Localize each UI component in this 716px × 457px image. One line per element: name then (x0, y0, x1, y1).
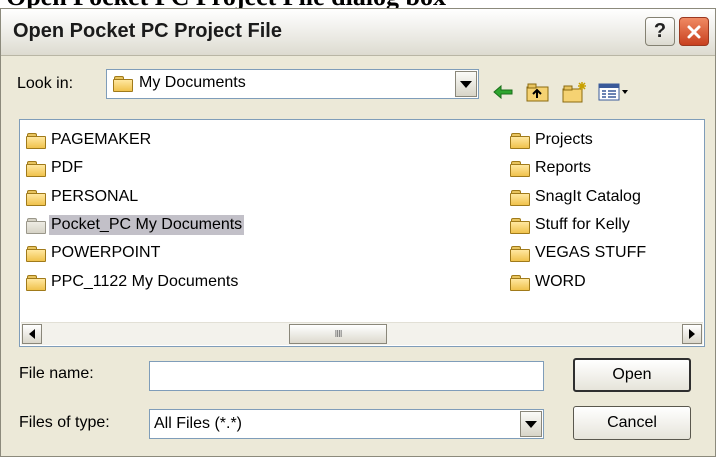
back-icon (493, 84, 513, 100)
view-menu-button[interactable] (597, 81, 631, 103)
look-in-label: Look in: (17, 75, 74, 92)
caption-strip: Open Pocket PC Project File dialog box (0, 0, 716, 8)
file-type-dropdown-button[interactable] (520, 411, 542, 437)
title-bar: Open Pocket PC Project File ? (1, 9, 715, 56)
chevron-down-icon (460, 80, 472, 88)
file-list[interactable]: PAGEMAKER PDF PERSONAL Pocket_PC My Docu… (19, 119, 705, 347)
folder-icon (26, 160, 46, 177)
look-in-value: My Documents (139, 74, 246, 91)
list-item[interactable]: WORD (510, 271, 588, 293)
list-item[interactable]: SnagIt Catalog (510, 186, 643, 208)
folder-icon (510, 189, 530, 206)
up-folder-button[interactable] (525, 81, 551, 103)
folder-icon (26, 132, 46, 149)
list-item[interactable]: VEGAS STUFF (510, 242, 648, 264)
arrow-left-icon (29, 329, 35, 339)
look-in-select[interactable]: My Documents (106, 69, 479, 99)
list-item[interactable]: PDF (26, 157, 85, 179)
up-folder-icon (526, 83, 549, 102)
help-icon: ? (653, 20, 667, 42)
look-in-dropdown-button[interactable] (455, 71, 477, 97)
list-item[interactable]: Reports (510, 157, 593, 179)
folder-icon (510, 132, 530, 149)
back-button[interactable] (491, 81, 515, 103)
folder-icon (26, 189, 46, 206)
folder-icon (510, 217, 530, 234)
open-button[interactable]: Open (573, 358, 691, 392)
file-type-label: Files of type: (19, 414, 110, 431)
folder-icon (26, 274, 46, 291)
list-item[interactable]: PPC_1122 My Documents (26, 271, 240, 293)
file-type-select[interactable]: All Files (*.*) (149, 409, 544, 439)
folder-icon (26, 245, 46, 262)
new-folder-icon (562, 82, 586, 103)
list-item[interactable]: Stuff for Kelly (510, 214, 632, 236)
list-item-selected[interactable]: Pocket_PC My Documents (26, 214, 245, 236)
cancel-button-label: Cancel (607, 414, 657, 431)
grip-icon: IIII (334, 328, 342, 340)
close-icon (687, 25, 701, 38)
scrollbar-thumb[interactable]: IIII (289, 324, 387, 344)
new-folder-button[interactable] (561, 81, 589, 103)
arrow-right-icon (689, 329, 695, 339)
list-item[interactable]: PAGEMAKER (26, 129, 153, 151)
caption-text: Open Pocket PC Project File dialog box (6, 0, 446, 8)
open-dialog: Open Pocket PC Project File ? Look in: M… (0, 8, 716, 457)
view-menu-icon (598, 83, 628, 101)
scroll-left-button[interactable] (22, 324, 42, 344)
list-item[interactable]: Projects (510, 129, 595, 151)
open-button-label: Open (612, 366, 652, 383)
list-item[interactable]: POWERPOINT (26, 242, 162, 264)
folder-icon (510, 245, 530, 262)
horizontal-scrollbar[interactable]: IIII (21, 322, 703, 345)
folder-icon (113, 76, 133, 92)
scroll-right-button[interactable] (682, 324, 702, 344)
folder-icon (510, 160, 530, 177)
help-button[interactable]: ? (645, 17, 675, 46)
close-button[interactable] (679, 17, 709, 46)
file-name-label: File name: (19, 365, 94, 382)
list-item[interactable]: PERSONAL (26, 186, 140, 208)
cancel-button[interactable]: Cancel (573, 406, 691, 440)
dialog-title: Open Pocket PC Project File (13, 20, 282, 42)
chevron-down-icon (525, 420, 537, 428)
folder-icon (510, 274, 530, 291)
folder-icon (26, 217, 46, 234)
file-type-value: All Files (*.*) (154, 415, 243, 432)
file-name-input[interactable] (149, 361, 544, 391)
